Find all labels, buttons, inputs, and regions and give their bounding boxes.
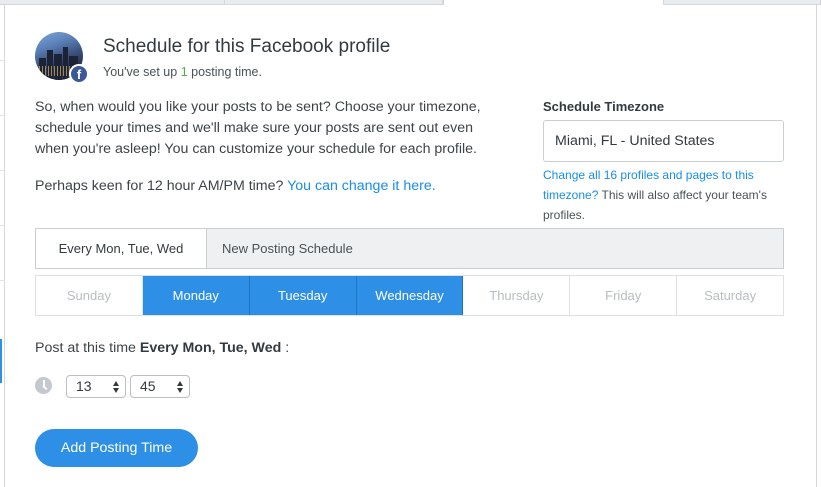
facebook-icon: f <box>69 64 89 84</box>
top-tab-active[interactable] <box>443 0 664 5</box>
day-wednesday[interactable]: Wednesday <box>356 276 464 315</box>
day-sunday[interactable]: Sunday <box>36 276 143 315</box>
sidebar-active-indicator <box>0 339 2 383</box>
top-tab[interactable] <box>0 0 225 5</box>
posting-time-count: 1 <box>180 65 188 79</box>
tab-every-mon-tue-wed[interactable]: Every Mon, Tue, Wed <box>36 229 207 268</box>
day-friday[interactable]: Friday <box>570 276 678 315</box>
day-saturday[interactable]: Saturday <box>677 276 784 315</box>
day-monday[interactable]: Monday <box>142 276 250 315</box>
select-arrows-icon <box>177 381 184 393</box>
minute-value: 45 <box>140 378 156 394</box>
top-tab[interactable] <box>225 0 443 5</box>
minute-select[interactable]: 45 <box>130 375 190 398</box>
change-hour-format-link[interactable]: You can change it here. <box>287 178 436 194</box>
intro-text: So, when would you like your posts to be… <box>35 99 481 157</box>
post-time-label: Post at this time Every Mon, Tue, Wed : <box>35 340 290 356</box>
right-panel-edge <box>816 5 821 487</box>
day-selector: Sunday Monday Tuesday Wednesday Thursday… <box>35 275 784 316</box>
hour-value: 13 <box>76 378 92 394</box>
page-title: Schedule for this Facebook profile <box>103 36 391 57</box>
tab-new-posting-schedule[interactable]: New Posting Schedule <box>222 229 353 268</box>
timezone-note: Change all 16 profiles and pages to this… <box>543 168 767 222</box>
day-thursday[interactable]: Thursday <box>463 276 571 315</box>
timezone-input[interactable] <box>543 120 784 162</box>
timezone-label: Schedule Timezone <box>543 99 665 114</box>
hour-format-note: Perhaps keen for 12 hour AM/PM time? You… <box>35 178 436 194</box>
schedule-tabs: Every Mon, Tue, Wed New Posting Schedule <box>35 228 784 269</box>
add-posting-time-button[interactable]: Add Posting Time <box>35 429 198 467</box>
day-tuesday[interactable]: Tuesday <box>249 276 357 315</box>
top-tab-strip <box>0 0 821 5</box>
hour-select[interactable]: 13 <box>66 375 126 398</box>
top-tab[interactable] <box>664 0 821 5</box>
clock-icon <box>35 377 52 394</box>
left-sidebar-edge <box>0 5 5 487</box>
posting-time-summary: You've set up 1 posting time. <box>103 65 262 79</box>
select-arrows-icon <box>113 381 120 393</box>
